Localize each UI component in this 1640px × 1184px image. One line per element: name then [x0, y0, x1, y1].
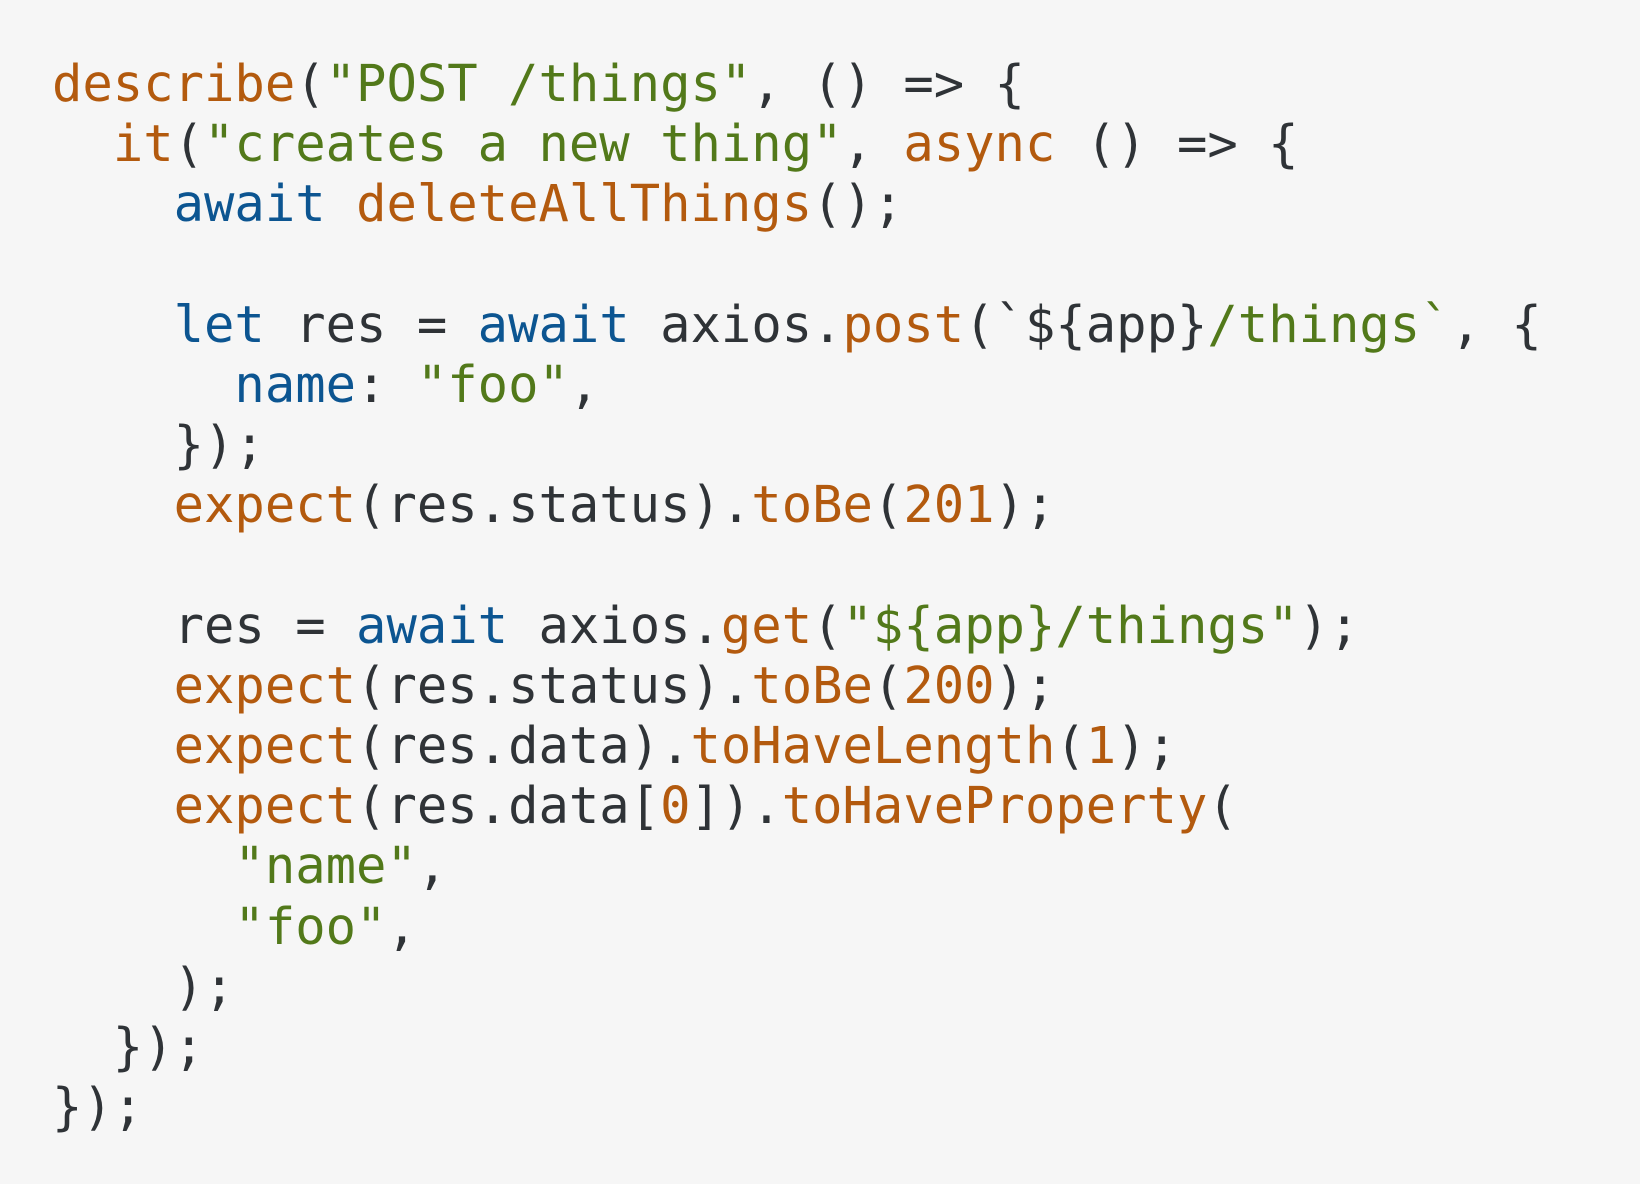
- keyword-token: await: [477, 294, 630, 354]
- plain-token: });: [52, 1017, 205, 1076]
- code-line: });: [52, 1017, 1640, 1077]
- plain-token: res =: [264, 294, 478, 354]
- plain-token: (: [872, 475, 904, 535]
- plain-token: ,: [568, 354, 600, 414]
- function-token: toBe: [751, 655, 873, 715]
- plain-token: (`${app}: [964, 294, 1208, 354]
- plain-token: });: [52, 415, 265, 475]
- code-line: });: [52, 1077, 1640, 1137]
- plain-token: , {: [1450, 294, 1542, 354]
- plain-token: (: [295, 54, 326, 113]
- function-token: describe: [52, 54, 296, 113]
- string-token: "foo": [234, 896, 387, 956]
- keyword-token: name: [234, 354, 357, 414]
- plain-token: (: [173, 114, 205, 174]
- plain-token: (: [812, 595, 843, 655]
- plain-token: (res.data).: [356, 716, 691, 776]
- plain-token: });: [52, 1077, 144, 1137]
- function-token: post: [842, 294, 965, 354]
- code-line: expect(res.status).toBe(201);: [52, 475, 1640, 535]
- function-token: expect: [173, 716, 357, 776]
- plain-token: ();: [812, 174, 904, 234]
- keyword-token: await: [173, 174, 326, 234]
- number-token: 201: [903, 475, 995, 535]
- function-token: toHaveProperty: [781, 776, 1208, 836]
- string-token: "foo": [416, 354, 569, 414]
- code-line: });: [52, 415, 1640, 475]
- keyword-token: let: [173, 294, 265, 354]
- function-token: expect: [173, 655, 357, 715]
- keyword-token: await: [356, 595, 509, 655]
- code-line: "name",: [52, 836, 1640, 896]
- function-token: get: [720, 595, 813, 655]
- plain-token: (res.data[: [356, 776, 661, 836]
- code-line: expect(res.data[0]).toHaveProperty(: [52, 776, 1640, 836]
- code-block: describe("POST /things", () => { it("cre…: [0, 0, 1640, 1184]
- code-line: expect(res.data).toHaveLength(1);: [52, 716, 1640, 776]
- code-line: await deleteAllThings();: [52, 174, 1640, 234]
- code-line: describe("POST /things", () => {: [52, 54, 1640, 114]
- string-token: "POST /things": [325, 54, 752, 113]
- plain-token: (: [872, 655, 904, 715]
- plain-token: () => {: [1055, 114, 1299, 174]
- code-line: let res = await axios.post(`${app}/thing…: [52, 295, 1640, 355]
- plain-token: axios.: [508, 595, 721, 655]
- number-token: 0: [660, 776, 691, 836]
- code-line: expect(res.status).toBe(200);: [52, 656, 1640, 716]
- plain-token: (res.status).: [356, 655, 752, 715]
- function-token: expect: [173, 776, 357, 836]
- plain-token: , () => {: [751, 54, 1025, 113]
- plain-token: );: [1298, 595, 1360, 655]
- code-line: res = await axios.get("${app}/things");: [52, 596, 1640, 656]
- code-line: );: [52, 957, 1640, 1017]
- string-token: "${app}/things": [842, 595, 1299, 655]
- plain-token: res =: [52, 595, 357, 655]
- string-token: /things`: [1207, 294, 1451, 354]
- plain-token: :: [356, 354, 417, 414]
- plain-token: ,: [842, 114, 904, 174]
- function-token: toHaveLength: [690, 716, 1056, 776]
- plain-token: ,: [386, 896, 417, 956]
- function-token: it: [112, 114, 174, 174]
- plain-token: ]).: [690, 776, 782, 836]
- function-token: deleteAllThings: [356, 174, 813, 234]
- plain-token: (: [1055, 716, 1086, 776]
- plain-token: );: [52, 956, 235, 1016]
- code-line: it("creates a new thing", async () => {: [52, 114, 1640, 174]
- plain-token: ,: [416, 836, 448, 896]
- function-token: async: [903, 114, 1056, 174]
- code-line: "foo",: [52, 897, 1640, 957]
- plain-token: axios.: [629, 294, 843, 354]
- plain-token: );: [994, 475, 1056, 535]
- string-token: "name": [234, 836, 417, 896]
- plain-token: );: [1116, 716, 1177, 776]
- plain-token: (: [1207, 776, 1238, 836]
- string-token: "creates a new thing": [204, 114, 843, 174]
- plain-token: (res.status).: [356, 475, 752, 535]
- number-token: 200: [903, 655, 995, 715]
- number-token: 1: [1085, 716, 1117, 776]
- function-token: toBe: [751, 475, 873, 535]
- plain-token: );: [994, 655, 1056, 715]
- function-token: expect: [173, 475, 357, 535]
- code-line: name: "foo",: [52, 355, 1640, 415]
